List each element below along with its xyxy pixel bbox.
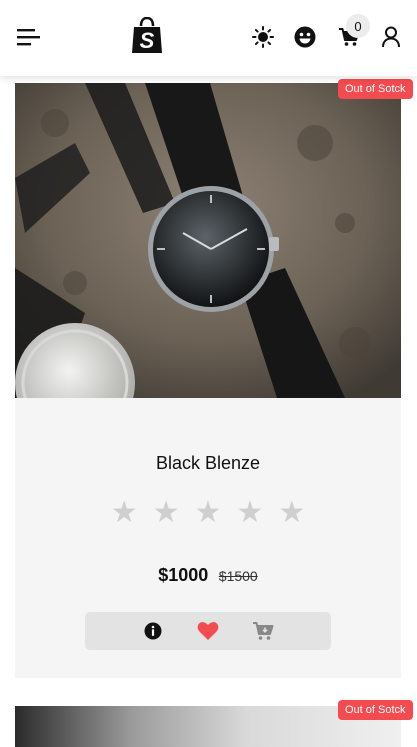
out-of-stock-badge: Out of Sotck [338,79,413,99]
product-actions [85,612,331,650]
rating-star-1[interactable]: ★ [111,498,138,528]
heart-icon[interactable] [196,619,220,643]
rating-star-2[interactable]: ★ [153,498,180,528]
product-card[interactable]: Black Blenze ★ ★ ★ ★ ★ $1000 $1500 [15,83,401,678]
app-header: S 0 [0,0,417,76]
original-price: $1500 [218,568,258,584]
rating-star-5[interactable]: ★ [278,498,305,528]
shopify-bag-icon[interactable]: S [128,16,166,56]
out-of-stock-badge: Out of Sotck [338,700,413,720]
product-title[interactable]: Black Blenze [15,453,401,474]
svg-text:S: S [140,28,155,53]
info-icon[interactable] [141,619,165,643]
rating-stars: ★ ★ ★ ★ ★ [15,498,401,528]
current-price: $1000 [158,565,209,585]
rating-star-4[interactable]: ★ [236,498,263,528]
menu-icon[interactable] [14,22,44,52]
rating-star-3[interactable]: ★ [195,498,222,528]
add-to-cart-icon[interactable] [251,619,275,643]
product-photo[interactable] [15,83,401,398]
user-icon[interactable] [376,22,406,52]
smiley-icon[interactable] [290,22,320,52]
sun-icon[interactable] [248,22,278,52]
price-row: $1000 $1500 [15,565,401,586]
cart-count-badge: 0 [346,14,370,38]
